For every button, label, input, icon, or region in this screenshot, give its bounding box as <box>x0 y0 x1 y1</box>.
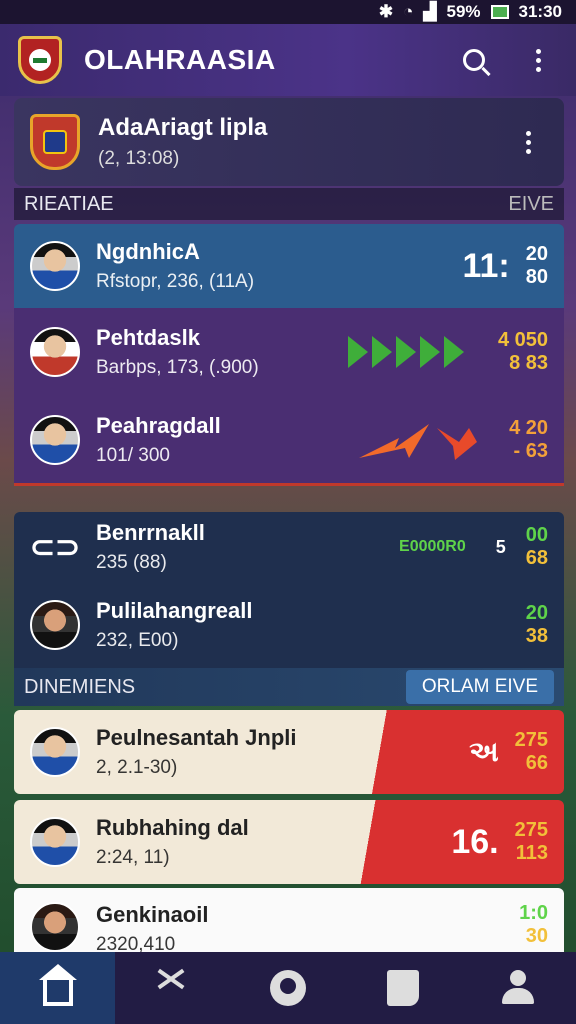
score-top: 1:0 <box>519 902 548 924</box>
match-row[interactable]: NgdnhicA Rfstopr, 236, (11A) 11: 20 80 <box>14 224 564 308</box>
bottom-nav <box>0 952 576 1024</box>
section-live-link[interactable]: EIVE <box>508 193 554 216</box>
match-name: Pulilahangreall <box>96 598 253 623</box>
crossed-flags-icon <box>156 973 190 1003</box>
match-detail: Rfstopr, 236, (11A) <box>96 271 255 292</box>
book-icon <box>387 970 420 1006</box>
score-bottom: 8 83 <box>509 352 548 374</box>
match-detail: 2, 2.1-30) <box>96 757 178 778</box>
match-name: Peulnesantah Jnpli <box>96 725 297 750</box>
score-top: 20 <box>525 602 548 624</box>
league-card[interactable]: AdaAriagt lipla (‎2, 13:08) <box>14 98 564 186</box>
league-menu-button[interactable] <box>508 122 548 162</box>
trend-up-arrows-icon <box>347 336 464 368</box>
section-action-button[interactable]: ORLAM EIVE <box>405 670 554 704</box>
match-score: 16. <box>451 822 499 861</box>
league-name: AdaAriagt lipla <box>98 114 268 141</box>
section-header-upcoming: DINEMIENS ORLAM EIVE <box>14 668 564 706</box>
score-bottom: 113 <box>515 842 548 864</box>
score-top: 275 <box>514 819 548 841</box>
kebab-menu-icon <box>535 48 541 72</box>
score-top: 20 <box>525 243 548 265</box>
score-bottom: 38 <box>525 625 548 647</box>
section-title: DINEMIENS <box>24 675 136 698</box>
match-status-label: E0000R0 <box>399 538 466 555</box>
signal-icon: ▟ <box>423 2 437 21</box>
search-icon <box>463 49 485 71</box>
score-bottom: 68 <box>525 547 548 569</box>
match-detail: 101/ 300 <box>96 444 170 466</box>
app-title: OLAHRAASIA <box>84 44 276 75</box>
battery-icon <box>490 5 509 19</box>
match-name: Rubhahing dal <box>96 815 249 840</box>
section-header-live: RIEATIAE EIVE <box>14 188 564 220</box>
nav-matches[interactable] <box>115 952 230 1024</box>
home-icon <box>38 964 77 1006</box>
league-crest-icon <box>30 114 80 170</box>
section-title: RIEATIAE <box>24 192 114 215</box>
match-detail: 235 (88) <box>96 552 167 573</box>
trend-arrows-icon <box>359 423 478 460</box>
kebab-menu-icon <box>525 130 531 154</box>
nav-news[interactable] <box>346 952 461 1024</box>
score-bottom: - 63 <box>513 439 548 462</box>
match-detail: 232, E00) <box>96 630 179 651</box>
match-score: 11: <box>462 246 510 285</box>
score-top: 275 <box>514 729 548 751</box>
match-row[interactable]: Pehtdaslk Barbps, 173, (.900) 4 050 8 83 <box>14 308 564 396</box>
nav-teams[interactable] <box>230 952 345 1024</box>
clock: 31:30 <box>518 2 562 21</box>
match-name: Genkinaoil <box>96 902 209 927</box>
player-avatar <box>30 241 80 291</box>
search-button[interactable] <box>454 40 494 80</box>
match-name: NgdnhicA <box>96 239 200 264</box>
match-name: Peahragdall <box>96 412 221 438</box>
score-bottom: 66 <box>525 752 548 774</box>
match-mid-value: 5 <box>495 536 506 557</box>
match-row[interactable]: Pulilahangreall 232, E00) 20 38 <box>14 582 564 668</box>
header-menu-button[interactable] <box>518 40 558 80</box>
match-row[interactable]: Peahragdall 101/ 300 4 20 - 63 <box>14 396 564 486</box>
player-avatar <box>30 327 80 377</box>
battery-percent: 59% <box>446 2 481 21</box>
profile-icon <box>500 970 536 1006</box>
score-bottom: 30 <box>525 925 548 947</box>
match-name: Pehtdaslk <box>96 325 200 350</box>
score-top: 4 050 <box>497 329 548 351</box>
league-subtitle: (‎2, 13:08) <box>98 148 180 169</box>
nav-home[interactable] <box>0 952 116 1024</box>
match-row[interactable]: Rubhahing dal 2:24, 11) 16. 275 113 <box>14 800 564 884</box>
status-bar: ✱ ◔ ▟ 59% 31:30 <box>0 0 576 24</box>
player-avatar <box>30 600 80 650</box>
player-avatar <box>30 902 80 952</box>
match-row[interactable]: Genkinaoil 2320,410 1:0 30 <box>14 888 564 955</box>
match-mid-value: અ <box>469 735 499 767</box>
refresh-link-icon: ⊂⊃ <box>29 530 81 564</box>
wifi-icon: ◔ <box>403 2 414 21</box>
player-avatar <box>30 727 80 777</box>
app-logo-crest-icon <box>18 36 62 84</box>
score-top: 00 <box>525 524 548 546</box>
match-name: Benrrnakll <box>96 520 205 545</box>
match-row[interactable]: ⊂⊃ Benrrnakll 235 (88) E0000R0 5 00 68 <box>14 512 564 582</box>
bluetooth-icon: ✱ <box>378 2 394 21</box>
app-header: OLAHRAASIA <box>0 24 576 96</box>
player-avatar <box>30 817 80 867</box>
match-row[interactable]: Peulnesantah Jnpli 2, 2.1-30) અ 275 66 <box>14 710 564 794</box>
nav-profile[interactable] <box>461 952 576 1024</box>
match-detail: Barbps, 173, (.900) <box>96 357 259 378</box>
player-avatar <box>30 414 80 465</box>
ball-icon <box>270 970 306 1006</box>
match-detail: 2:24, 11) <box>96 847 170 868</box>
score-top: 4 20 <box>509 416 548 439</box>
score-bottom: 80 <box>525 266 548 288</box>
